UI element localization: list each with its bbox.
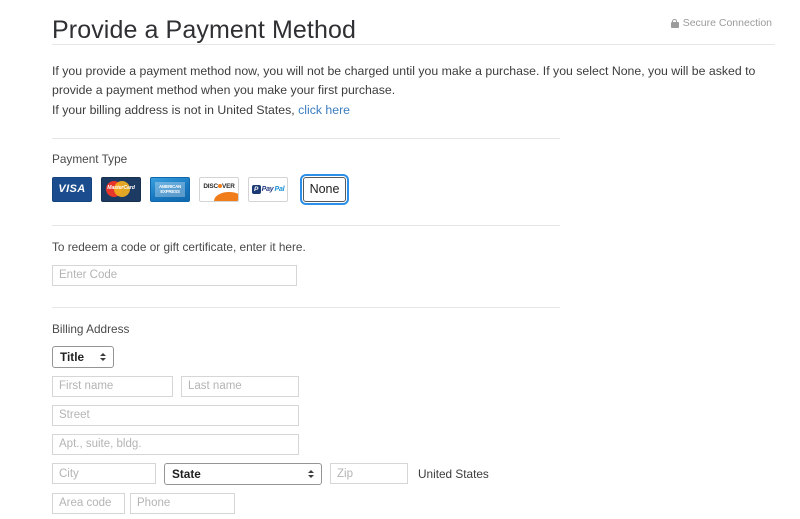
first-name-input[interactable] [52,375,173,397]
country-label: United States [418,466,489,481]
city-input[interactable] [52,463,156,484]
last-name-input[interactable] [181,375,299,397]
phone-input[interactable] [130,492,235,514]
apt-row [52,433,800,455]
payment-type-section: Payment Type VISA MasterCard AMERICAN EX… [0,139,800,205]
intro-paragraph-1: If you provide a payment method now, you… [52,64,756,97]
street-input[interactable] [52,404,299,426]
title-select[interactable]: Title [52,345,114,368]
redeem-code-input[interactable] [52,264,297,286]
payment-option-visa[interactable]: VISA [52,176,92,202]
payment-type-options: VISA MasterCard AMERICAN EXPRESS DISC VER… [52,173,800,205]
chevron-updown-icon [100,352,106,361]
billing-address-section: Billing Address Title State United State… [0,308,800,514]
page-title: Provide a Payment Method [52,16,356,44]
zip-input[interactable] [330,463,408,484]
page-header: Provide a Payment Method Secure Connecti… [0,0,800,44]
redeem-code-label: To redeem a code or gift certificate, en… [52,239,306,254]
mastercard-label: MasterCard [107,185,135,191]
state-select-value: State [172,466,201,481]
phone-row [52,492,800,514]
paypal-text-pay: Pay [261,185,274,193]
discover-swoosh-icon [214,191,238,201]
state-select[interactable]: State [164,462,322,485]
payment-option-paypal[interactable]: P Pay Pal [248,176,288,202]
intro-paragraph-2: If your billing address is not in United… [52,101,762,120]
title-select-value: Title [60,349,85,364]
paypal-text-pal: Pal [274,185,285,193]
payment-method-page: Provide a Payment Method Secure Connecti… [0,0,800,519]
visa-card-icon: VISA [58,183,86,195]
amex-card-icon: AMERICAN EXPRESS [155,181,185,197]
mastercard-card-icon: MasterCard [105,180,137,198]
intro-line2-prefix: If your billing address is not in United… [52,103,295,117]
intro-text-block: If you provide a payment method now, you… [0,45,762,120]
payment-option-none-button[interactable]: None [300,173,349,205]
secure-connection-label: Secure Connection [682,17,772,29]
billing-address-label: Billing Address [52,321,130,336]
redeem-code-section: To redeem a code or gift certificate, en… [0,226,800,286]
payment-option-discover[interactable]: DISC VER [199,176,239,202]
name-row [52,375,800,397]
paypal-card-icon: P Pay Pal [251,184,285,194]
payment-option-mastercard[interactable]: MasterCard [101,176,141,202]
secure-connection-indicator: Secure Connection [670,17,772,29]
payment-type-label: Payment Type [52,151,128,166]
payment-option-amex[interactable]: AMERICAN EXPRESS [150,176,190,202]
apt-suite-input[interactable] [52,433,299,455]
street-row [52,404,800,426]
city-state-zip-row: State United States [52,462,800,485]
discover-card-icon: DISC VER [203,182,235,190]
chevron-updown-icon [308,469,314,478]
billing-address-click-here-link[interactable]: click here [298,103,350,117]
area-code-input[interactable] [52,492,125,514]
paypal-p-mark: P [251,184,261,194]
lock-icon [670,18,679,28]
